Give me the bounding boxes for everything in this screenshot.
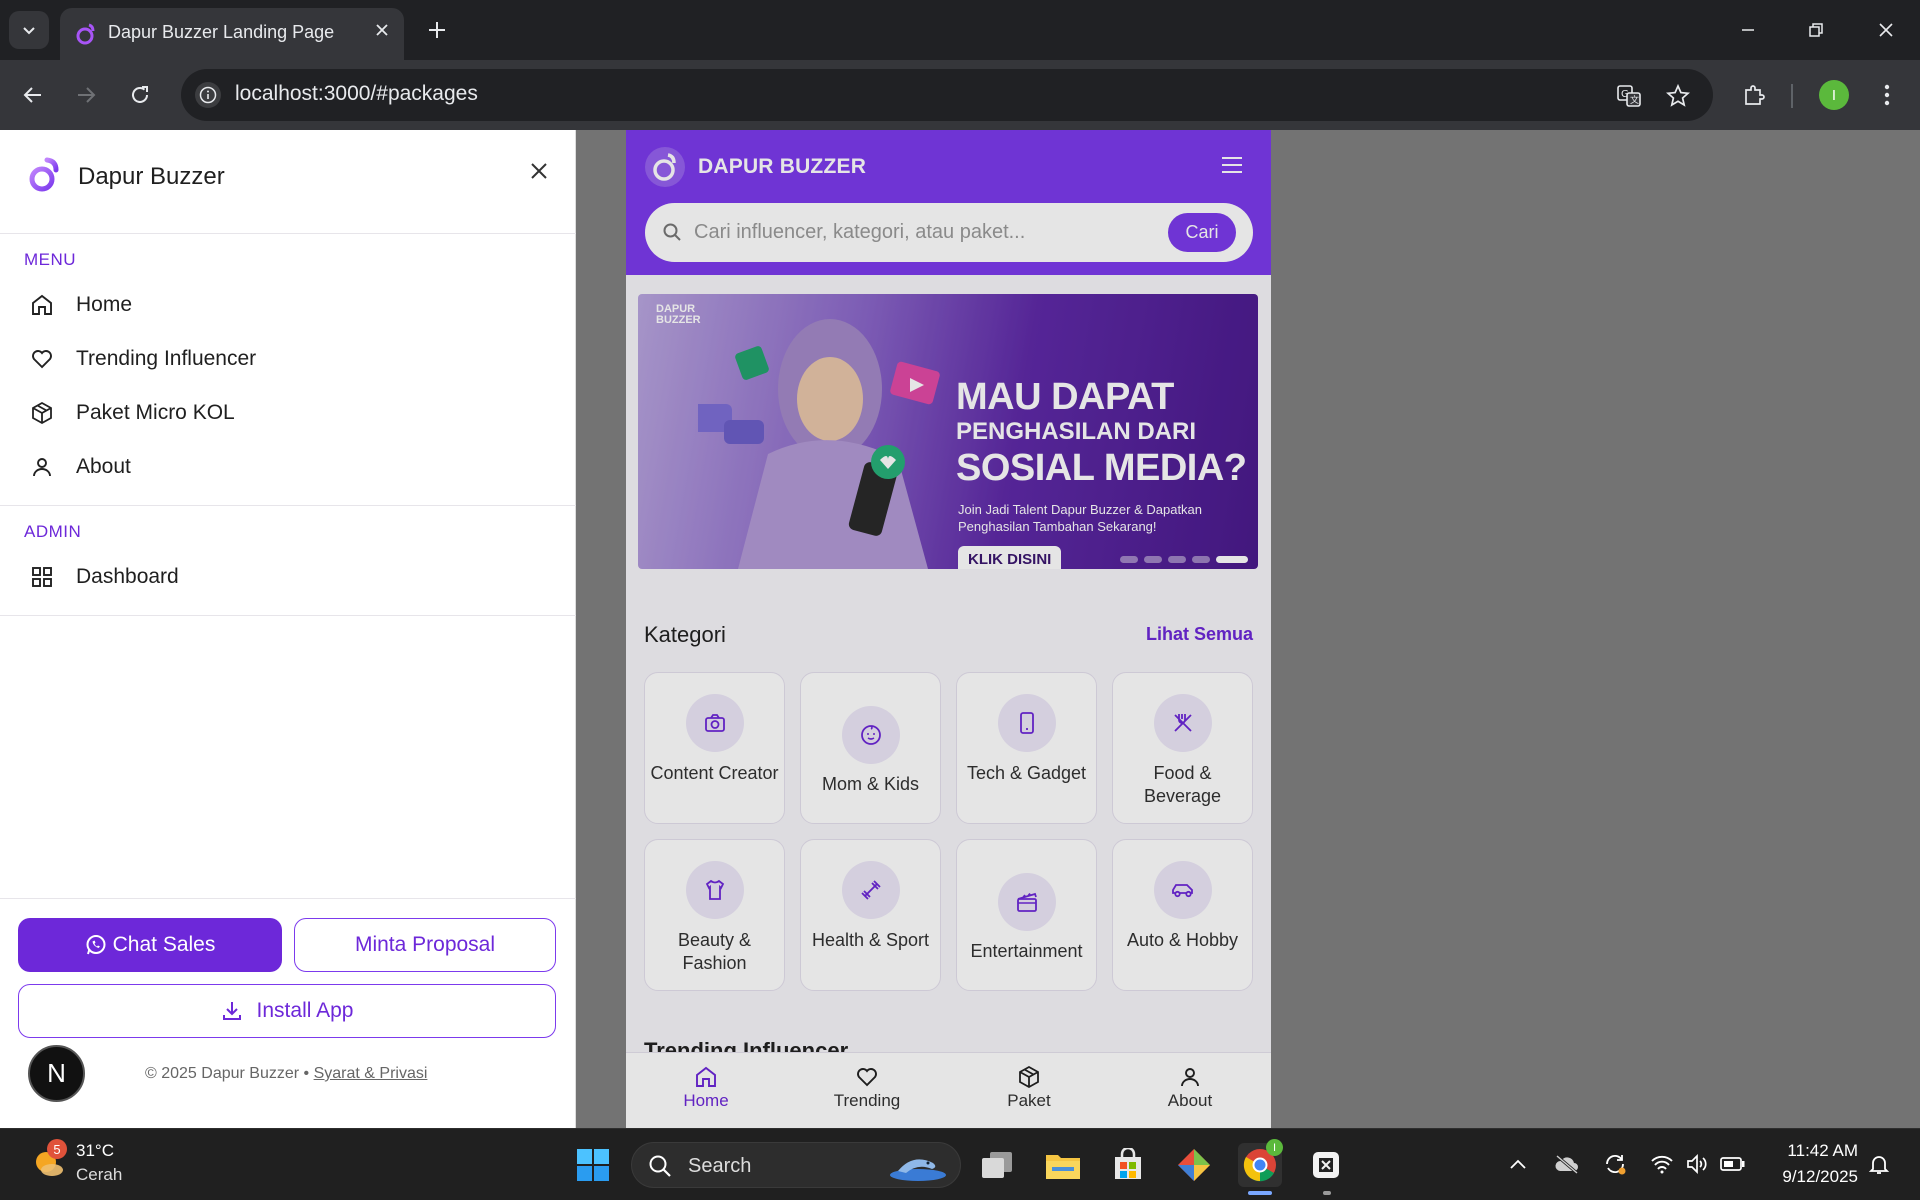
svg-text:文: 文 bbox=[1630, 94, 1639, 106]
minimize-button[interactable] bbox=[1732, 14, 1764, 46]
menu-heading: MENU bbox=[24, 250, 77, 269]
restore-icon bbox=[1809, 23, 1823, 37]
browser-tab[interactable]: Dapur Buzzer Landing Page bbox=[60, 8, 404, 60]
terms-privacy-link[interactable]: Syarat & Privasi bbox=[314, 1065, 428, 1082]
taskbar-search[interactable]: Search bbox=[631, 1142, 961, 1188]
home-icon bbox=[30, 293, 64, 317]
taskbar-search-label: Search bbox=[688, 1155, 752, 1177]
drawer-footer: © 2025 Dapur Buzzer • Syarat & Privasi bbox=[145, 1065, 427, 1083]
drawer-item-label: Trending Influencer bbox=[76, 347, 257, 370]
weather-badge: 5 bbox=[47, 1139, 67, 1159]
chevron-up-icon[interactable] bbox=[1505, 1151, 1531, 1177]
toolbar-separator bbox=[1791, 84, 1793, 108]
install-app-label: Install App bbox=[256, 999, 354, 1022]
close-window-button[interactable] bbox=[1870, 14, 1902, 46]
page-viewport: DAPUR BUZZER Cari influencer, kategori, … bbox=[0, 130, 1920, 1128]
side-drawer: Dapur Buzzer MENU Home Trending Influenc… bbox=[0, 130, 576, 1128]
download-icon bbox=[222, 1002, 241, 1020]
profile-avatar[interactable]: I bbox=[1819, 80, 1849, 110]
browser-menu-button[interactable] bbox=[1870, 78, 1904, 112]
user-icon bbox=[30, 455, 64, 479]
plus-icon bbox=[429, 22, 445, 38]
close-icon bbox=[1879, 23, 1893, 37]
heart-icon bbox=[30, 347, 64, 371]
onedrive-offline-icon[interactable] bbox=[1554, 1151, 1580, 1177]
microsoft-store-icon[interactable] bbox=[1106, 1143, 1150, 1187]
dapur-buzzer-favicon-icon bbox=[74, 22, 98, 46]
notification-bell-icon[interactable] bbox=[1866, 1151, 1892, 1177]
volume-icon[interactable] bbox=[1684, 1151, 1710, 1177]
package-icon bbox=[30, 401, 64, 425]
sync-icon[interactable] bbox=[1602, 1151, 1628, 1177]
windows-start-icon[interactable] bbox=[571, 1143, 615, 1187]
more-vertical-icon bbox=[1884, 84, 1890, 106]
windows-taskbar: 5 31°C Cerah Search I 11:42 AM 9/12/2025 bbox=[0, 1128, 1920, 1200]
address-bar[interactable]: localhost:3000/#packages G文 bbox=[181, 69, 1713, 121]
new-tab-button[interactable] bbox=[423, 16, 451, 44]
reload-button[interactable] bbox=[123, 78, 157, 112]
puzzle-icon bbox=[1745, 85, 1765, 105]
back-button[interactable] bbox=[16, 78, 50, 112]
drawer-item-paket-micro-kol[interactable]: Paket Micro KOL bbox=[24, 391, 552, 435]
drawer-item-label: Home bbox=[76, 293, 133, 316]
search-icon bbox=[648, 1154, 672, 1178]
chat-sales-label: Chat Sales bbox=[112, 933, 216, 956]
dev-app-icon[interactable] bbox=[1304, 1143, 1348, 1187]
grid-icon bbox=[30, 565, 64, 589]
wifi-icon[interactable] bbox=[1649, 1151, 1675, 1177]
drawer-item-dashboard[interactable]: Dashboard bbox=[24, 555, 552, 599]
chrome-taskbar-icon[interactable]: I bbox=[1238, 1139, 1283, 1187]
weather-description[interactable]: Cerah bbox=[76, 1165, 122, 1185]
drawer-item-label: Dashboard bbox=[76, 565, 179, 588]
file-explorer-icon[interactable] bbox=[1041, 1143, 1085, 1187]
chat-sales-button[interactable]: Chat Sales bbox=[18, 918, 282, 972]
chrome-profile-badge: I bbox=[1266, 1139, 1283, 1156]
weather-temperature[interactable]: 31°C bbox=[76, 1141, 114, 1161]
extensions-button[interactable] bbox=[1737, 78, 1771, 112]
bookmark-star-icon[interactable] bbox=[1664, 82, 1692, 110]
drawer-item-label: About bbox=[76, 455, 131, 478]
minimize-icon bbox=[1742, 29, 1754, 31]
drawer-close-icon[interactable] bbox=[525, 157, 553, 185]
whatsapp-icon bbox=[86, 935, 106, 955]
app-running-indicator bbox=[1323, 1191, 1331, 1195]
url-text[interactable]: localhost:3000/#packages bbox=[235, 82, 478, 106]
site-info-icon[interactable] bbox=[195, 82, 221, 108]
tab-title: Dapur Buzzer Landing Page bbox=[108, 22, 335, 42]
divider bbox=[0, 233, 576, 234]
divider bbox=[0, 615, 576, 616]
reload-icon bbox=[132, 86, 148, 103]
clock-time[interactable]: 11:42 AM bbox=[1787, 1141, 1858, 1161]
dolphin-highlight-icon bbox=[888, 1149, 948, 1183]
minta-proposal-label: Minta Proposal bbox=[354, 933, 496, 956]
copyright-text: © 2025 Dapur Buzzer • bbox=[145, 1065, 310, 1082]
minta-proposal-button[interactable]: Minta Proposal bbox=[294, 918, 556, 972]
install-app-button[interactable]: Install App bbox=[18, 984, 556, 1038]
battery-icon[interactable] bbox=[1720, 1151, 1746, 1177]
git-app-icon[interactable] bbox=[1172, 1143, 1216, 1187]
restore-button[interactable] bbox=[1800, 14, 1832, 46]
nextjs-dev-badge[interactable]: N bbox=[28, 1045, 85, 1102]
browser-toolbar: localhost:3000/#packages G文 I bbox=[0, 60, 1920, 130]
drawer-item-label: Paket Micro KOL bbox=[76, 401, 235, 424]
arrow-right-icon bbox=[78, 87, 96, 103]
drawer-item-about[interactable]: About bbox=[24, 445, 552, 489]
arrow-left-icon bbox=[23, 87, 41, 103]
chrome-active-indicator bbox=[1248, 1191, 1272, 1195]
admin-heading: ADMIN bbox=[24, 522, 82, 541]
dapur-buzzer-logo-icon bbox=[26, 154, 62, 194]
translate-icon[interactable]: G文 bbox=[1615, 82, 1643, 110]
task-view-icon[interactable] bbox=[975, 1143, 1019, 1187]
forward-button[interactable] bbox=[69, 78, 103, 112]
browser-tab-bar: Dapur Buzzer Landing Page bbox=[0, 0, 1920, 60]
tab-search-button[interactable] bbox=[9, 11, 49, 49]
clock-date[interactable]: 9/12/2025 bbox=[1782, 1167, 1858, 1187]
chevron-down-icon bbox=[23, 27, 35, 35]
drawer-item-home[interactable]: Home bbox=[24, 283, 552, 327]
tab-close-icon[interactable] bbox=[370, 18, 394, 42]
drawer-item-trending-influencer[interactable]: Trending Influencer bbox=[24, 337, 552, 381]
drawer-title: Dapur Buzzer bbox=[78, 163, 225, 190]
divider bbox=[0, 505, 576, 506]
divider bbox=[0, 898, 576, 899]
